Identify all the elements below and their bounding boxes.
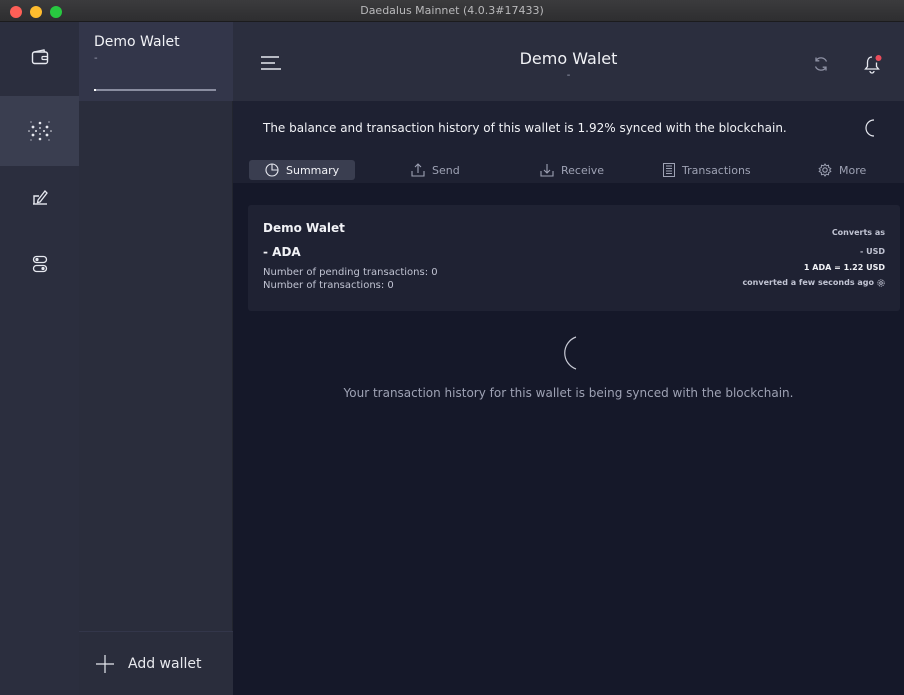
- plus-icon: [96, 654, 114, 673]
- pending-transactions-count: Number of pending transactions: 0: [263, 267, 438, 278]
- sidebar-item-wallets[interactable]: [0, 22, 79, 92]
- sync-status-text: The balance and transaction history of t…: [263, 121, 787, 135]
- window-controls: [10, 6, 62, 18]
- conversion-time: converted a few seconds ago: [742, 278, 885, 287]
- receive-icon: [540, 164, 554, 177]
- wallet-list: Demo Walet - Add wallet: [79, 22, 233, 695]
- window-titlebar: Daedalus Mainnet (4.0.3#17433): [0, 0, 904, 22]
- staking-icon: [27, 121, 52, 141]
- app-sidebar: [0, 22, 79, 695]
- tab-receive[interactable]: Receive: [540, 160, 604, 180]
- history-loading-spinner-icon: [558, 335, 580, 375]
- converted-value: - USD: [859, 247, 885, 256]
- summary-icon: [265, 163, 279, 177]
- wallet-sync-progress-fill: [94, 89, 97, 91]
- add-wallet-button[interactable]: Add wallet: [79, 631, 233, 695]
- maximize-window-button[interactable]: [50, 6, 62, 18]
- notification-dot: [875, 55, 882, 61]
- loading-spinner-icon: [863, 118, 877, 142]
- add-wallet-label: Add wallet: [128, 655, 202, 672]
- sync-button[interactable]: [813, 56, 829, 76]
- tab-more-label: More: [839, 163, 867, 177]
- tab-more[interactable]: More: [818, 160, 866, 180]
- currency-settings-gear-icon[interactable]: [877, 278, 885, 287]
- tab-receive-label: Receive: [561, 163, 605, 177]
- gear-icon: [818, 163, 832, 177]
- summary-wallet-name: Demo Walet: [263, 221, 345, 235]
- window-title: Daedalus Mainnet (4.0.3#17433): [360, 4, 544, 17]
- page-subtitle: -: [566, 70, 571, 81]
- minimize-window-button[interactable]: [30, 6, 42, 18]
- voting-icon: [32, 190, 48, 205]
- converts-as-label: Converts as: [831, 228, 885, 237]
- tab-send-label: Send: [432, 163, 460, 177]
- wallet-amount: -: [94, 53, 98, 64]
- wallet-name: Demo Walet: [94, 34, 180, 50]
- wallet-list-item[interactable]: Demo Walet -: [79, 22, 233, 101]
- main-content: Demo Walet - The balance and transaction…: [233, 22, 904, 695]
- refresh-icon: [814, 57, 828, 71]
- transactions-icon: [663, 163, 675, 177]
- wallet-tabs: Summary Send Receive Transactions More: [233, 157, 904, 183]
- page-title: Demo Walet: [519, 49, 618, 68]
- send-icon: [411, 163, 425, 177]
- conversion-time-label: converted a few seconds ago: [742, 278, 874, 287]
- transactions-count: Number of transactions: 0: [263, 280, 394, 291]
- tab-transactions-label: Transactions: [682, 163, 751, 177]
- tab-summary-label: Summary: [286, 163, 340, 177]
- tab-send[interactable]: Send: [411, 160, 460, 180]
- sidebar-item-voting[interactable]: [0, 162, 79, 232]
- tab-summary[interactable]: Summary: [249, 160, 356, 180]
- sidebar-item-staking[interactable]: [0, 96, 79, 166]
- notifications-button[interactable]: [863, 54, 883, 78]
- wallet-topbar: Demo Walet -: [233, 22, 904, 101]
- bell-icon: [864, 55, 882, 74]
- history-sync-message: Your transaction history for this wallet…: [343, 386, 794, 400]
- wallet-sync-progress: [94, 89, 216, 91]
- sidebar-item-settings[interactable]: [0, 229, 79, 299]
- summary-amount: - ADA: [263, 245, 301, 259]
- conversion-rate: 1 ADA = 1.22 USD: [803, 263, 885, 272]
- wallet-icon: [31, 49, 48, 65]
- close-window-button[interactable]: [10, 6, 22, 18]
- wallet-summary-card: Demo Walet - ADA Number of pending trans…: [248, 205, 900, 311]
- tab-transactions[interactable]: Transactions: [663, 160, 751, 180]
- settings-toggle-icon: [32, 255, 47, 273]
- sync-status-banner: The balance and transaction history of t…: [233, 101, 904, 157]
